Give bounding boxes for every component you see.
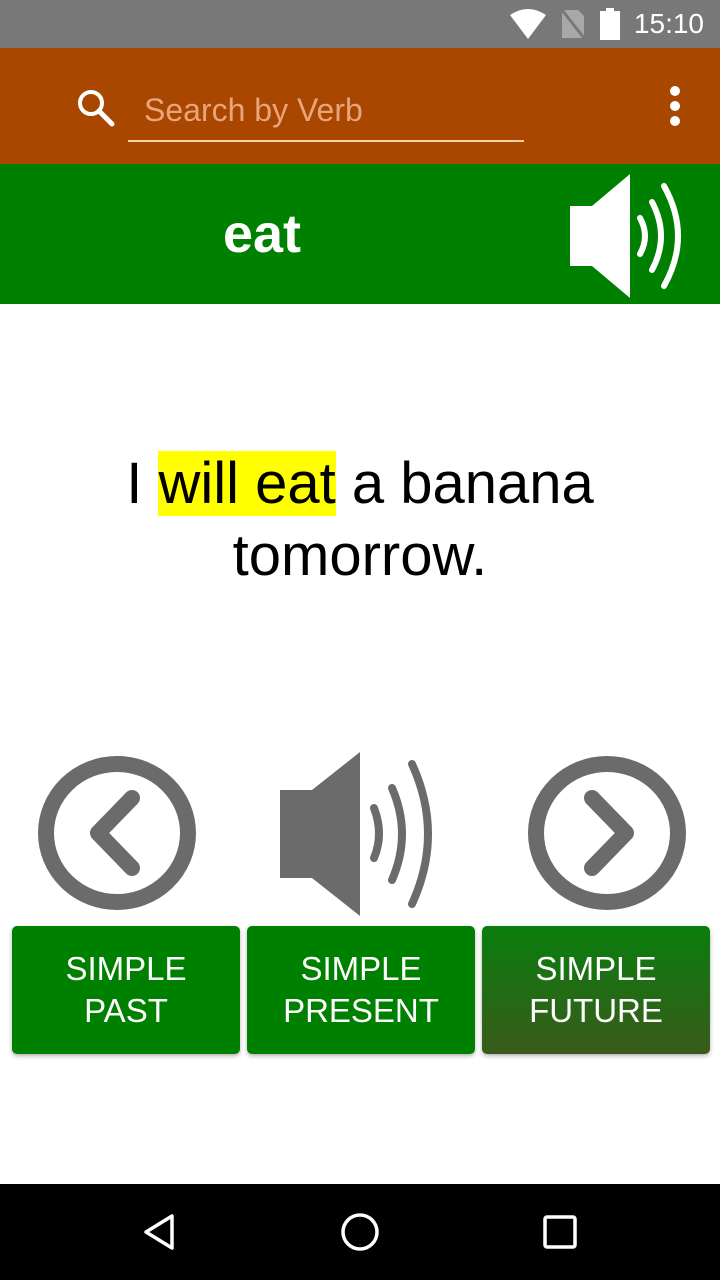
chevron-right-circle-icon[interactable] (526, 752, 688, 914)
battery-icon (599, 8, 620, 40)
simple-present-button[interactable]: SIMPLE PRESENT (247, 926, 475, 1054)
chevron-left-circle-icon[interactable] (36, 752, 198, 914)
verb-title: eat (222, 204, 302, 264)
back-icon[interactable] (136, 1208, 184, 1256)
no-sim-icon (560, 9, 586, 39)
speaker-icon[interactable] (276, 752, 452, 916)
status-icons: 15:10 (509, 0, 704, 48)
menu-dot (670, 101, 680, 111)
search-icon[interactable] (76, 88, 116, 128)
tense-label-line1: SIMPLE (300, 950, 422, 987)
recents-icon[interactable] (536, 1208, 584, 1256)
menu-dot (670, 86, 680, 96)
home-icon[interactable] (336, 1208, 384, 1256)
status-time: 15:10 (633, 8, 704, 39)
overflow-menu-icon[interactable] (660, 86, 690, 126)
wifi-icon (509, 9, 546, 39)
tense-buttons: SIMPLE PAST SIMPLE PRESENT SIMPLE FUTURE (12, 926, 710, 1054)
tense-label-line2: FUTURE (529, 992, 663, 1029)
tense-label-line1: SIMPLE (535, 950, 657, 987)
status-bar: 15:10 (0, 0, 720, 48)
tense-label-line1: SIMPLE (65, 950, 187, 987)
simple-future-button[interactable]: SIMPLE FUTURE (482, 926, 710, 1054)
example-sentence: I will eat a banana tomorrow. (60, 448, 660, 592)
speaker-icon[interactable] (570, 174, 694, 298)
menu-dot (670, 116, 680, 126)
toolbar (0, 48, 720, 164)
verb-bar: eat (0, 164, 720, 304)
tense-label-line2: PAST (84, 992, 168, 1029)
playback-controls (0, 752, 720, 916)
navigation-bar (0, 1184, 720, 1280)
search-input[interactable] (128, 80, 524, 142)
highlighted-verb-phrase: will eat (158, 451, 336, 516)
tense-label-line2: PRESENT (283, 992, 439, 1029)
sentence-start: I (126, 451, 159, 516)
simple-past-button[interactable]: SIMPLE PAST (12, 926, 240, 1054)
